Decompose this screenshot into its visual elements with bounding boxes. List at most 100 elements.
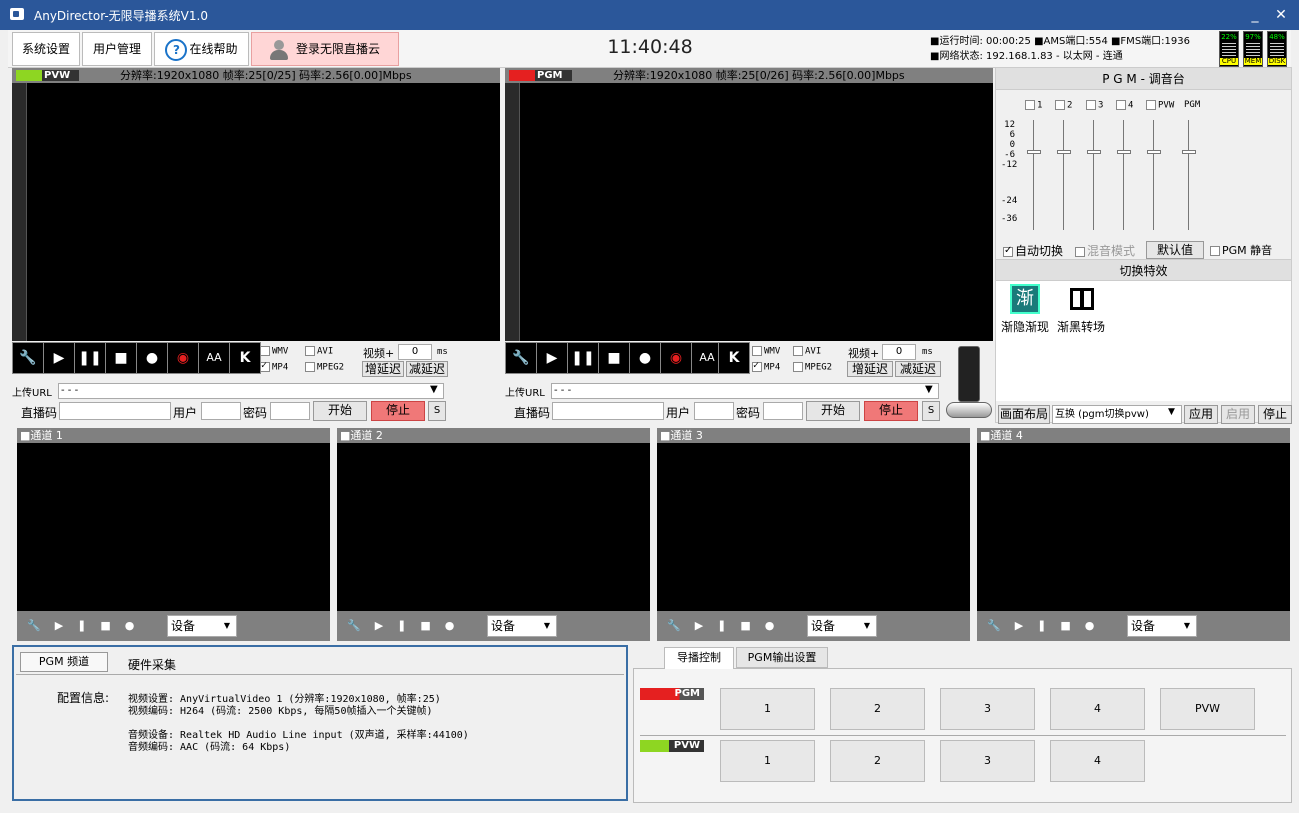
pvw-avi-checkbox[interactable]: AVI [305,346,333,357]
tbar-handle[interactable] [946,402,992,418]
pgm-increase-delay-button[interactable]: 增延迟 [847,361,893,377]
pvw-wmv-checkbox[interactable]: WMV [260,346,288,357]
channel-1-video[interactable] [17,443,330,611]
pvw-live-record-button[interactable]: ◉ [167,342,199,374]
pvw-increase-delay-button[interactable]: 增延迟 [362,361,404,377]
channel-3-transport-icons[interactable]: 🔧▶❚■● [667,619,788,632]
pgm-source-1-button[interactable]: 1 [720,688,815,730]
tab-pgm-output-settings[interactable]: PGM输出设置 [736,647,828,668]
online-help-button[interactable]: ? 在线帮助 [154,32,249,66]
pvw-key-button[interactable]: K [229,342,261,374]
channel-1-device-select[interactable]: 设备 ▼ [167,615,237,637]
fade-effect-icon[interactable]: 渐 [1010,284,1040,314]
fader-ch4[interactable] [1117,120,1131,230]
pvw-stop-button[interactable]: ■ [105,342,137,374]
pgm-key-button[interactable]: K [718,342,750,374]
login-cloud-button[interactable]: 登录无限直播云 [251,32,399,66]
pgm-source-2-button[interactable]: 2 [830,688,925,730]
mixer-ch4-checkbox[interactable]: 4 [1116,100,1133,111]
pgm-play-button[interactable]: ▶ [536,342,568,374]
mixer-ch3-checkbox[interactable]: 3 [1086,100,1103,111]
user-management-button[interactable]: 用户管理 [82,32,152,66]
default-values-button[interactable]: 默认值 [1146,241,1204,259]
fade-black-effect-icon[interactable] [1070,288,1094,310]
pgm-mp4-checkbox[interactable]: MP4 [752,360,780,373]
mixer-ch1-checkbox[interactable]: 1 [1025,100,1042,111]
fader-pgm[interactable] [1182,120,1196,230]
close-button[interactable]: ✕ [1270,4,1292,26]
pvw-wrench-button[interactable]: 🔧 [12,342,44,374]
channel-2-transport-icons[interactable]: 🔧▶❚■● [347,619,468,632]
pvw-mp4-checkbox[interactable]: MP4 [260,360,288,373]
auto-switch-checkbox[interactable]: 自动切换 [1003,242,1063,259]
pvw-password-input[interactable] [270,402,310,420]
pvw-mpeg2-checkbox[interactable]: MPEG2 [305,362,344,373]
layout-stop-button[interactable]: 停止 [1258,405,1292,424]
pvw-source-3-button[interactable]: 3 [940,740,1035,782]
minimize-button[interactable]: _ [1244,4,1266,26]
pvw-source-2-button[interactable]: 2 [830,740,925,782]
pgm-live-record-button[interactable]: ◉ [660,342,692,374]
channel-4-transport-icons[interactable]: 🔧▶❚■● [987,619,1108,632]
pgm-delay-input[interactable]: 0 [882,344,916,360]
fader-ch3[interactable] [1087,120,1101,230]
pgm-wmv-checkbox[interactable]: WMV [752,346,780,357]
pvw-s-button[interactable]: S [428,401,446,421]
pgm-user-input[interactable] [694,402,734,420]
system-settings-button[interactable]: 系统设置 [12,32,80,66]
channel-2-video[interactable] [337,443,650,611]
pgm-stop-button[interactable]: ■ [598,342,630,374]
pgm-pause-button[interactable]: ❚❚ [567,342,599,374]
pgm-stop-stream-button[interactable]: 停止 [864,401,918,421]
pvw-pause-button[interactable]: ❚❚ [74,342,106,374]
pvw-source-1-button[interactable]: 1 [720,740,815,782]
mixer-pvw-checkbox[interactable]: PVW [1146,100,1174,111]
channel-3-device-select[interactable]: 设备 ▼ [807,615,877,637]
pvw-record-button[interactable]: ● [136,342,168,374]
pvw-delay-input[interactable]: 0 [398,344,432,360]
layout-button[interactable]: 画面布局 [998,405,1050,424]
pvw-url-dropdown-icon[interactable]: ▼ [430,384,438,395]
pgm-source-3-button[interactable]: 3 [940,688,1035,730]
pgm-wrench-button[interactable]: 🔧 [505,342,537,374]
tab-pgm-channel[interactable]: PGM 频道 [20,652,108,672]
mixer-ch2-checkbox[interactable]: 2 [1055,100,1072,111]
transition-tbar[interactable] [958,346,980,402]
pgm-password-input[interactable] [763,402,803,420]
enable-button[interactable]: 启用 [1221,405,1255,424]
pvw-user-input[interactable] [201,402,241,420]
pvw-play-button[interactable]: ▶ [43,342,75,374]
pgm-stream-code-input[interactable] [552,402,664,420]
pgm-mute-checkbox[interactable]: PGM 静音 [1210,242,1272,258]
fader-ch2[interactable] [1057,120,1071,230]
pvw-text-button[interactable]: AA [198,342,230,374]
pvw-upload-url-select[interactable]: - - - [58,383,444,399]
fader-ch1[interactable] [1027,120,1041,230]
pvw-decrease-delay-button[interactable]: 减延迟 [406,361,448,377]
pgm-url-dropdown-icon[interactable]: ▼ [925,384,933,395]
pvw-stream-code-input[interactable] [59,402,171,420]
apply-button[interactable]: 应用 [1184,405,1218,424]
pvw-start-button[interactable]: 开始 [313,401,367,421]
fader-pvw[interactable] [1147,120,1161,230]
pgm-source-4-button[interactable]: 4 [1050,688,1145,730]
pvw-stop-stream-button[interactable]: 停止 [371,401,425,421]
swap-dropdown-icon[interactable]: ▼ [1168,407,1175,417]
pgm-start-button[interactable]: 开始 [806,401,860,421]
tab-director-control[interactable]: 导播控制 [664,647,734,669]
pgm-avi-checkbox[interactable]: AVI [793,346,821,357]
channel-2-device-select[interactable]: 设备 ▼ [487,615,557,637]
pgm-upload-url-select[interactable]: - - - [551,383,939,399]
pvw-source-4-button[interactable]: 4 [1050,740,1145,782]
pgm-decrease-delay-button[interactable]: 减延迟 [895,361,941,377]
pgm-s-button[interactable]: S [922,401,940,421]
mix-mode-checkbox[interactable]: 混音模式 [1075,242,1135,259]
pgm-source-pvw-button[interactable]: PVW [1160,688,1255,730]
tab-hardware-capture[interactable]: 硬件采集 [128,656,176,673]
channel-1-transport-icons[interactable]: 🔧▶❚■● [27,619,148,632]
channel-4-video[interactable] [977,443,1290,611]
channel-4-device-select[interactable]: 设备 ▼ [1127,615,1197,637]
pgm-record-button[interactable]: ● [629,342,661,374]
swap-select[interactable]: 互换 (pgm切换pvw) [1052,405,1182,424]
channel-3-video[interactable] [657,443,970,611]
